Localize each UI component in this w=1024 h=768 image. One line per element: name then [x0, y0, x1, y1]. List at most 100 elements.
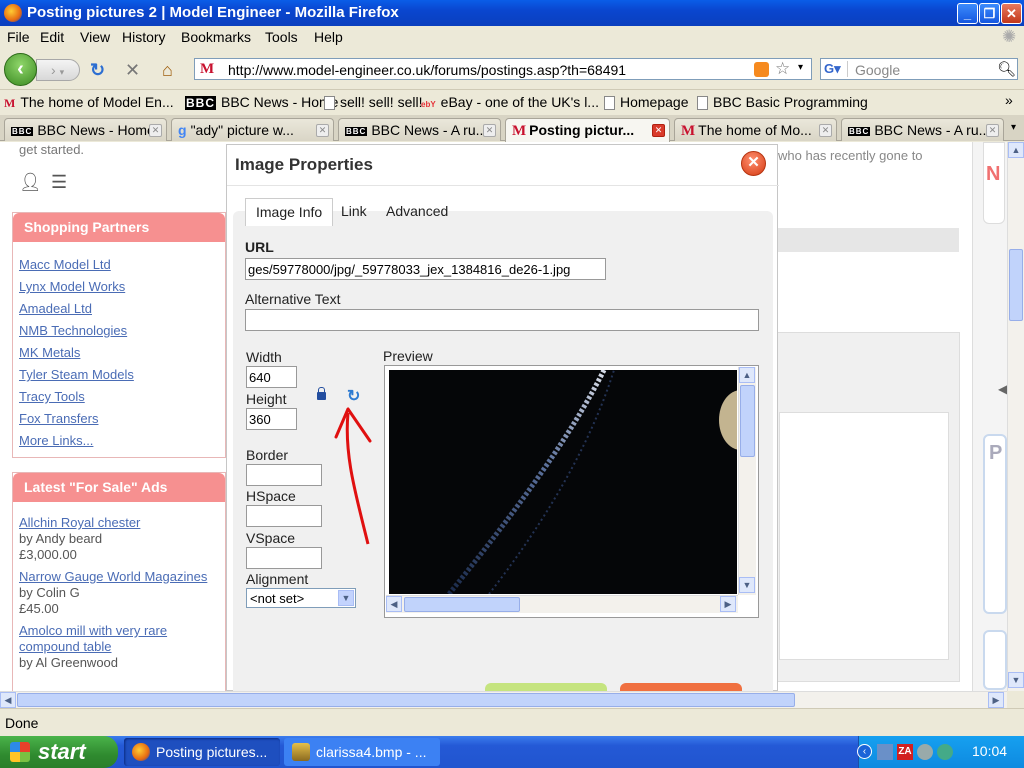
scroll-up-icon[interactable]: ▲: [739, 367, 755, 383]
bookmark-sell[interactable]: sell! sell! sell!: [324, 94, 422, 111]
url-bar[interactable]: M http://www.model-engineer.co.uk/forums…: [194, 58, 812, 80]
cancel-button[interactable]: [620, 683, 742, 691]
scroll-up-icon[interactable]: ▲: [1008, 142, 1024, 158]
speaker-icon[interactable]: [917, 744, 933, 760]
vspace-input[interactable]: [246, 547, 322, 569]
url-dropdown-icon[interactable]: ▾: [798, 62, 803, 73]
tab-list-dropdown-icon[interactable]: ▾: [1011, 122, 1016, 133]
partner-link[interactable]: Lynx Model Works: [19, 276, 225, 298]
tab-home-of-model[interactable]: M The home of Mo... ✕: [674, 118, 837, 141]
close-tab-icon[interactable]: ✕: [986, 124, 999, 137]
search-placeholder[interactable]: Google: [855, 62, 900, 78]
task-firefox[interactable]: Posting pictures...: [124, 738, 280, 766]
menu-edit[interactable]: Edit: [40, 29, 64, 45]
menu-bookmarks[interactable]: Bookmarks: [181, 29, 251, 45]
ad-title[interactable]: Allchin Royal chester: [19, 515, 225, 531]
close-tab-icon[interactable]: ✕: [483, 124, 496, 137]
zonealarm-icon[interactable]: ZA: [897, 744, 913, 760]
partner-link[interactable]: MK Metals: [19, 342, 225, 364]
minimize-button[interactable]: _: [957, 3, 978, 24]
close-window-button[interactable]: ✕: [1001, 3, 1022, 24]
height-input[interactable]: 360: [246, 408, 297, 430]
dialog-close-button[interactable]: ✕: [741, 151, 766, 176]
list-icon[interactable]: ☰: [51, 172, 67, 193]
page-horizontal-scrollbar[interactable]: ◀ ▶: [0, 691, 1007, 708]
border-input[interactable]: [246, 464, 322, 486]
partner-link[interactable]: Tyler Steam Models: [19, 364, 225, 386]
close-tab-icon[interactable]: ✕: [149, 124, 162, 137]
reload-icon[interactable]: ↻: [90, 60, 105, 81]
alt-text-input[interactable]: [245, 309, 759, 331]
tab-bbc-news-a-ru-2[interactable]: BBC BBC News - A ru... ✕: [841, 118, 1004, 141]
alignment-select[interactable]: <not set> ▼: [246, 588, 356, 608]
tab-image-info[interactable]: Image Info: [245, 198, 334, 226]
rss-feed-icon[interactable]: [754, 62, 769, 77]
tab-advanced[interactable]: Advanced: [376, 198, 458, 226]
tab-ady-picture[interactable]: g "ady" picture w... ✕: [171, 118, 334, 141]
partner-link[interactable]: Tracy Tools: [19, 386, 225, 408]
scroll-left-icon[interactable]: ◀: [0, 692, 16, 708]
stop-icon[interactable]: ✕: [125, 60, 140, 81]
scroll-left-icon[interactable]: ◀: [386, 596, 402, 612]
bookmark-bbc-basic[interactable]: BBC Basic Programming: [697, 94, 868, 111]
url-text[interactable]: http://www.model-engineer.co.uk/forums/p…: [228, 62, 626, 78]
google-engine-icon[interactable]: G▾: [824, 61, 848, 77]
preview-vertical-scrollbar[interactable]: ▲ ▼: [738, 367, 756, 595]
ad-title[interactable]: Narrow Gauge World Magazines: [19, 569, 225, 585]
preview-horizontal-scrollbar[interactable]: ◀ ▶: [386, 595, 738, 613]
search-icon[interactable]: 🔍︎: [997, 60, 1016, 78]
bookmark-star-icon[interactable]: ☆: [775, 59, 790, 79]
scroll-down-icon[interactable]: ▼: [1008, 672, 1024, 688]
forward-button[interactable]: › ▾: [36, 59, 80, 81]
lock-ratio-icon[interactable]: [317, 387, 326, 400]
scroll-right-icon[interactable]: ▶: [720, 596, 736, 612]
back-button[interactable]: ‹: [4, 53, 37, 86]
close-tab-icon[interactable]: ✕: [819, 124, 832, 137]
partner-link[interactable]: NMB Technologies: [19, 320, 225, 342]
bookmark-ebay[interactable]: ebY eBay - one of the UK's l...: [421, 94, 599, 110]
page-scroll-thumb[interactable]: [1009, 249, 1023, 321]
menu-file[interactable]: File: [7, 29, 30, 45]
tab-posting-pictures[interactable]: M Posting pictur... ✕: [505, 118, 670, 142]
url-input[interactable]: ges/59778000/jpg/_59778033_jex_1384816_d…: [245, 258, 606, 280]
network-icon[interactable]: [877, 744, 893, 760]
tab-bbc-news-a-ru[interactable]: BBC BBC News - A ru... ✕: [338, 118, 501, 141]
search-bar[interactable]: G▾ Google 🔍︎: [820, 58, 1018, 80]
tab-link[interactable]: Link: [331, 198, 377, 226]
menu-help[interactable]: Help: [314, 29, 343, 45]
add-user-icon[interactable]: 👤︎: [19, 172, 42, 193]
menu-view[interactable]: View: [80, 29, 110, 45]
more-links[interactable]: More Links...: [19, 430, 225, 452]
partner-link[interactable]: Fox Transfers: [19, 408, 225, 430]
menu-history[interactable]: History: [122, 29, 166, 45]
scroll-right-icon[interactable]: ▶: [988, 692, 1004, 708]
tray-expand-icon[interactable]: ‹: [857, 744, 872, 759]
maximize-button[interactable]: ❐: [979, 3, 1000, 24]
home-icon[interactable]: ⌂: [162, 60, 173, 81]
start-button[interactable]: start: [0, 736, 118, 768]
windows-logo-icon: [10, 742, 30, 762]
more-bookmarks-chevron-icon[interactable]: »: [1005, 92, 1013, 108]
ad-title[interactable]: Amolco mill with very rare compound tabl…: [19, 623, 225, 655]
close-tab-icon[interactable]: ✕: [652, 124, 665, 137]
task-paint[interactable]: clarissa4.bmp - ...: [284, 738, 440, 766]
width-input[interactable]: 640: [246, 366, 297, 388]
bookmark-model-engineer[interactable]: M The home of Model En...: [4, 94, 174, 111]
scroll-thumb[interactable]: [740, 385, 755, 457]
menu-tools[interactable]: Tools: [265, 29, 298, 45]
partner-link[interactable]: Macc Model Ltd: [19, 254, 225, 276]
wireless-icon[interactable]: [937, 744, 953, 760]
bookmark-bbc-news[interactable]: BBC BBC News - Home: [185, 94, 338, 111]
chevron-down-icon[interactable]: ▼: [338, 590, 354, 606]
close-tab-icon[interactable]: ✕: [316, 124, 329, 137]
scroll-down-icon[interactable]: ▼: [739, 577, 755, 593]
tab-bbc-news-home[interactable]: BBC BBC News - Home ✕: [4, 118, 167, 141]
scroll-thumb[interactable]: [404, 597, 520, 612]
ok-button[interactable]: [485, 683, 607, 691]
chevron-left-icon[interactable]: ◀: [998, 382, 1007, 396]
page-hscroll-thumb[interactable]: [17, 693, 795, 707]
partner-link[interactable]: Amadeal Ltd: [19, 298, 225, 320]
page-vertical-scrollbar[interactable]: ▲ ▼: [1007, 142, 1024, 691]
hspace-input[interactable]: [246, 505, 322, 527]
bookmark-homepage[interactable]: Homepage: [604, 94, 689, 111]
